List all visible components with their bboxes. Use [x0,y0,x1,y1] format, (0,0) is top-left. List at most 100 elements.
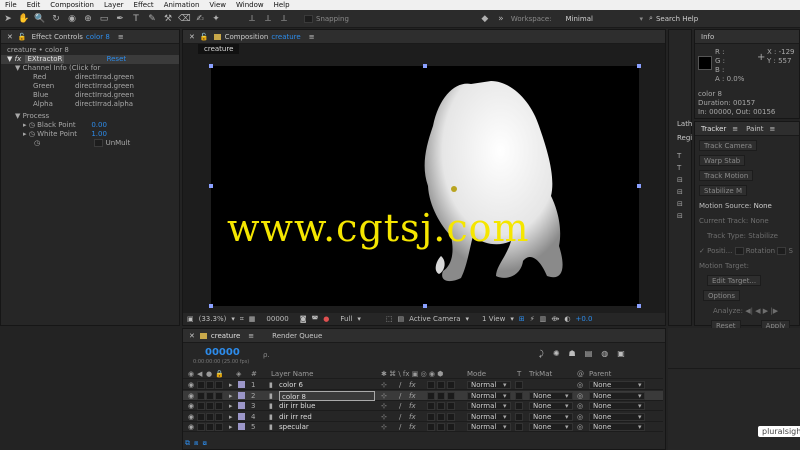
shy-switch-icon[interactable]: ⊹ [381,391,387,401]
checkmark-icon[interactable]: ✓ [699,247,705,255]
adjustment-switch[interactable] [447,402,455,410]
scale-checkbox[interactable] [777,247,787,255]
white-point-value[interactable]: 1.00 [91,130,107,138]
resolution-dropdown[interactable]: Full [340,315,352,323]
transform-handle[interactable] [209,64,213,68]
layer-row[interactable]: ◉ ▸ 2 ▮ color 8 ⊹ / fx Normal ▾ None ▾ ◎ None ▾ [183,390,663,401]
pixel-aspect-icon[interactable]: ⊞ [519,315,525,323]
parent-dropdown[interactable]: None [589,402,645,410]
shy-switch-icon[interactable]: ⊹ [381,422,387,432]
channel-icon[interactable]: ● [323,315,329,323]
quality-switch-icon[interactable]: / [399,391,401,401]
current-time-field[interactable]: 00000 [266,315,288,323]
flowchart-icon[interactable]: ⟴ [551,315,559,323]
lock-icon[interactable]: 🔓 [200,33,209,41]
layer-name-column-header[interactable]: Layer Name [271,369,313,379]
reset-exposure-icon[interactable]: ◐ [564,315,570,323]
effect-controls-tab[interactable]: ✕ 🔓 Effect Controls color 8 ≡ [1,30,179,44]
close-icon[interactable]: ✕ [189,332,195,340]
analyze-back-frame-icon[interactable]: ◀| [745,307,753,315]
lock-toggle[interactable] [215,412,223,421]
preserve-transparency-toggle[interactable] [515,412,523,421]
analyze-forward-frame-icon[interactable]: |▶ [770,307,778,315]
edit-target-button[interactable]: Edit Target... [707,275,762,286]
stopwatch-icon[interactable]: ◷ [34,139,40,147]
solo-toggle[interactable] [206,381,214,389]
fx-switch-icon[interactable]: fx [409,401,416,411]
transfer-controls-icon[interactable]: ⧈ [194,439,198,448]
parent-dropdown[interactable]: None [589,423,645,431]
toggle-transparency-icon[interactable]: ▤ [398,315,405,323]
disclosure-triangle-icon[interactable]: ▼ [15,64,20,72]
eraser-tool-icon[interactable]: ⌫ [178,13,191,25]
solo-toggle[interactable] [206,402,214,410]
text-icon[interactable]: T [677,162,691,174]
menu-item-window[interactable]: Window [231,1,269,9]
region-of-interest-icon[interactable]: ⬚ [386,315,393,323]
parent-pickwhip-icon[interactable]: ◎ [577,412,583,422]
current-track-dropdown[interactable]: None [750,217,768,225]
preserve-transparency-toggle[interactable] [515,381,523,389]
disclosure-triangle-icon[interactable]: ▼ [15,112,20,120]
layer-row[interactable]: ◉ ▸ 1 ▮ color 6 ⊹ / fx Normal ▾ ◎ None ▾ [183,380,663,390]
selection-tool-icon[interactable]: ➤ [2,13,14,25]
draft-3d-icon[interactable]: ✺ [553,349,560,359]
show-snapshot-icon[interactable]: ◚ [312,315,319,323]
timeline-current-time[interactable]: 00000 [205,347,240,358]
adjustment-switch[interactable] [447,391,455,400]
frame-blending-icon[interactable]: ▤ [585,349,593,359]
panel-menu-icon[interactable]: ≡ [769,125,775,133]
composition-tab[interactable]: ✕ 🔓 Composition creature ≡ [183,30,665,44]
motion-blur-switch[interactable] [437,402,445,410]
lock-toggle[interactable] [215,391,223,400]
layer-switches-icon[interactable]: ⧉ [185,439,190,448]
lock-toggle[interactable] [215,381,223,389]
frame-blend-switch[interactable] [427,423,435,431]
motion-blur-switch[interactable] [437,423,445,431]
composition-subtab[interactable]: creature [198,44,240,54]
graph-editor-icon[interactable]: ▣ [617,349,625,359]
collaboration-icon[interactable]: ◆ [479,13,491,25]
info-tab[interactable]: Info [695,30,799,44]
rotate-tool-icon[interactable]: ↻ [50,13,62,25]
effect-header-row[interactable]: ▼ fx EXtractoR Reset [1,55,179,64]
lock-toggle[interactable] [215,423,223,431]
fx-switch-icon[interactable]: fx [409,391,416,401]
parent-pickwhip-icon[interactable]: ◎ [577,422,583,432]
quality-switch-icon[interactable]: / [399,412,401,422]
fx-icon[interactable]: fx [15,55,22,63]
hand-tool-icon[interactable]: ✋ [18,13,30,25]
audio-toggle[interactable] [197,391,205,400]
eye-icon[interactable]: ◉ [188,401,194,411]
menu-item-layer[interactable]: Layer [99,1,129,9]
align-icon[interactable]: ⊟ [677,198,691,210]
parent-pickwhip-icon[interactable]: ◎ [577,380,583,390]
menu-item-help[interactable]: Help [269,1,295,9]
pen-tool-icon[interactable]: ✒ [114,13,126,25]
transform-handle[interactable] [637,64,641,68]
label-color-swatch[interactable] [238,423,245,430]
stopwatch-icon[interactable]: ◷ [29,121,35,129]
regi-tab[interactable]: Regi [677,134,692,142]
process-row[interactable]: ▼ Process [7,112,173,121]
motion-blur-switch[interactable] [437,391,445,400]
audio-toggle[interactable] [197,423,205,431]
comp-flowchart-icon[interactable]: ⤸ [539,349,544,359]
analyze-forward-icon[interactable]: ▶ [763,307,768,315]
zoom-tool-icon[interactable]: 🔍 [34,13,46,25]
composition-viewer[interactable]: www.cgtsj.com [209,64,641,308]
disclosure-triangle-icon[interactable]: ▼ [7,55,12,63]
motion-blur-icon[interactable]: ◍ [601,349,608,359]
channel-value[interactable]: directIrrad.green [75,82,134,90]
exposure-value[interactable]: +0.0 [575,315,592,323]
tracker-tab[interactable]: Tracker [701,125,726,133]
menu-item-effect[interactable]: Effect [129,1,159,9]
quality-switch-icon[interactable]: / [399,380,401,390]
timeline-icon[interactable]: ▥ [540,315,547,323]
parent-dropdown[interactable]: None [589,412,645,421]
safe-zones-icon[interactable]: ⌗ [240,315,244,324]
axis-world-icon[interactable]: ⟂ [262,13,274,25]
workspace-dropdown[interactable]: Minimal [566,15,640,23]
effect-reset-link[interactable]: Reset [107,55,127,63]
pan-behind-tool-icon[interactable]: ⊕ [82,13,94,25]
